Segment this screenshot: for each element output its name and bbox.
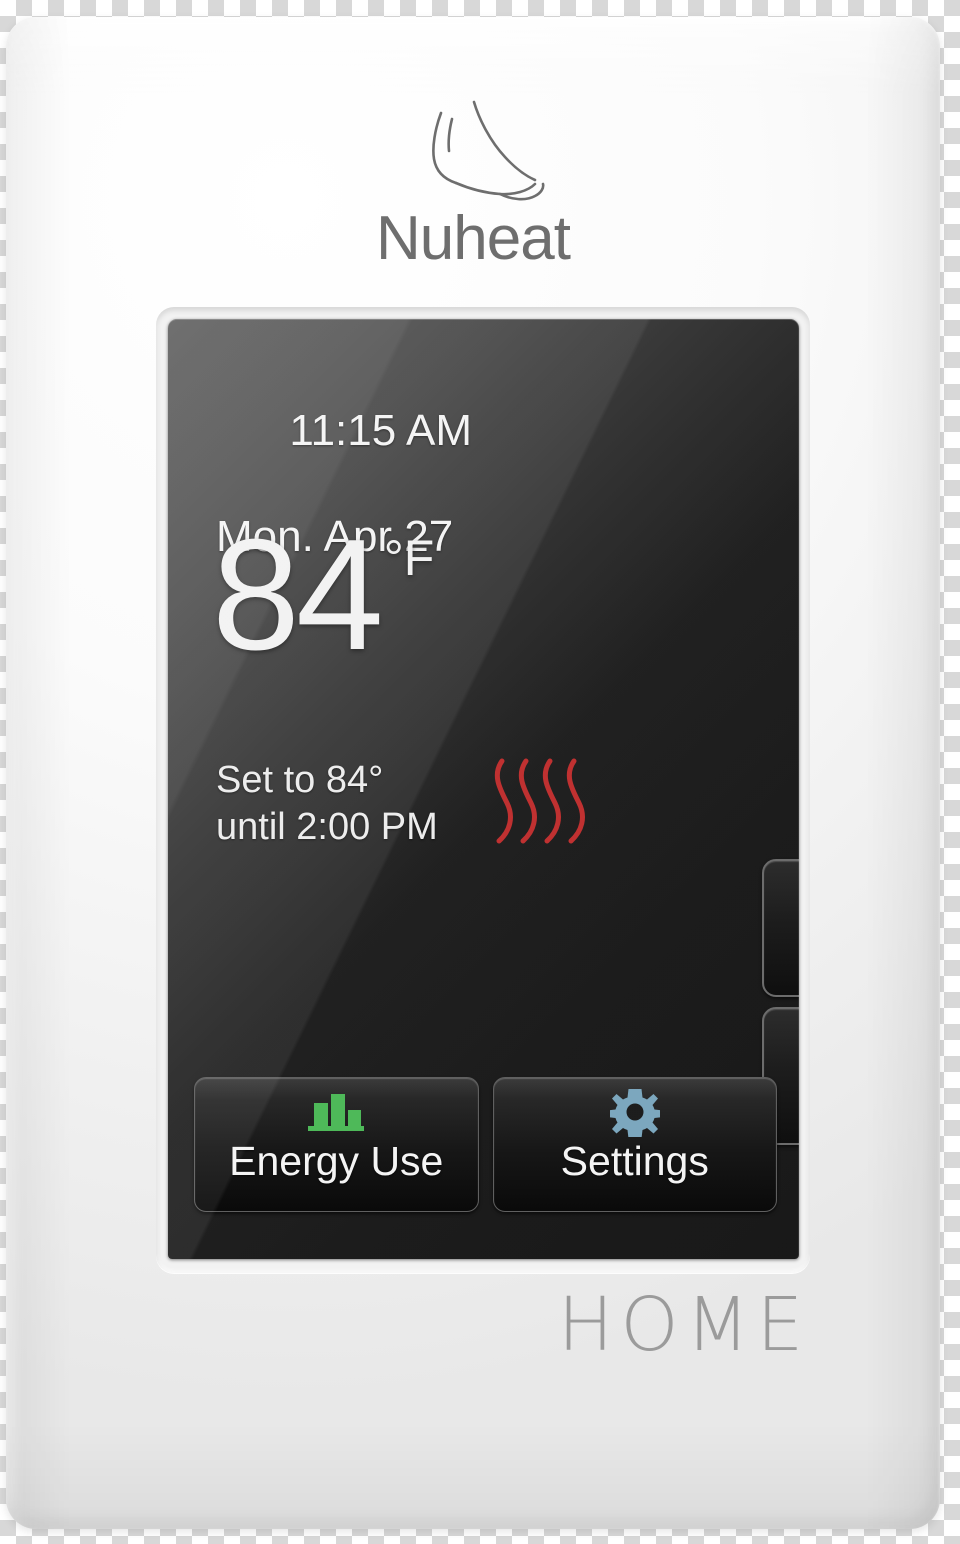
setpoint-line-1: Set to 84°: [216, 759, 384, 801]
current-temperature: 84 °F: [212, 507, 435, 683]
brand-logo: Nuheat: [6, 99, 940, 274]
setpoint-status: Set to 84° until 2:00 PM: [216, 757, 438, 851]
brand-name: Nuheat: [376, 204, 571, 273]
thermostat-faceplate: Nuheat 11:15 AM Mon. Apr 27 84 °F Set to…: [6, 17, 940, 1529]
settings-label: Settings: [560, 1138, 709, 1184]
energy-use-label: Energy Use: [229, 1138, 444, 1184]
temperature-unit: °F: [383, 530, 435, 586]
thermostat-screen: 11:15 AM Mon. Apr 27 84 °F Set to 84° un…: [168, 319, 799, 1259]
gear-icon: [609, 1089, 660, 1137]
temperature-up-button[interactable]: [762, 859, 799, 997]
settings-button[interactable]: Settings: [492, 1077, 777, 1212]
temperature-value: 84: [212, 507, 384, 683]
model-wordmark: HOME: [557, 1282, 811, 1368]
bar-chart-icon: [308, 1094, 365, 1131]
energy-use-button[interactable]: Energy Use: [194, 1077, 479, 1212]
setpoint-line-2: until 2:00 PM: [216, 806, 438, 848]
bar-chart-icon-slot: [304, 1089, 368, 1135]
foot-icon: [432, 100, 545, 201]
gear-icon-slot: [609, 1089, 660, 1137]
bottom-nav-bar: Energy Use Settings: [194, 1077, 777, 1212]
clock-time: 11:15 AM: [289, 406, 472, 455]
heat-waves-icon: [494, 758, 585, 844]
